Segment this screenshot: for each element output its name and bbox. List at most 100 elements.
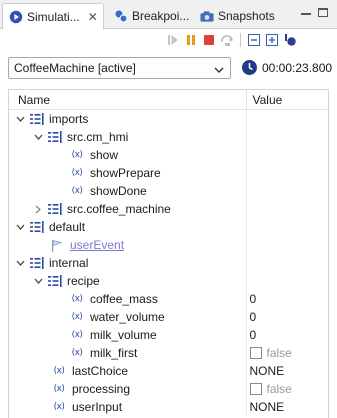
tree-row[interactable]: (x) milk_volume 0 — [9, 326, 328, 344]
raise-event-link[interactable]: userEvent — [70, 238, 124, 252]
tree-row[interactable]: (x) showDone — [9, 182, 328, 200]
variable-value: 0 — [249, 292, 257, 306]
tree-row[interactable]: userEvent — [9, 236, 328, 254]
toolbar-separator — [240, 33, 241, 47]
variable-icon: (x) — [71, 186, 83, 196]
expand-toggle-icon[interactable] — [15, 110, 25, 128]
value-cell — [247, 236, 329, 254]
expand-toggle-icon[interactable] — [15, 218, 25, 236]
name-cell: (x) lastChoice — [9, 362, 247, 380]
column-header-value[interactable]: Value — [247, 90, 329, 109]
tree-header: Name Value — [9, 90, 328, 110]
value-cell[interactable]: 0 — [247, 308, 329, 326]
tree-row[interactable]: (x) milk_first false — [9, 344, 328, 362]
value-cell[interactable]: 0 — [247, 326, 329, 344]
node-label: lastChoice — [72, 364, 129, 378]
name-cell: recipe — [9, 272, 247, 290]
camera-icon — [200, 9, 214, 23]
tree-row[interactable]: (x) userInput NONE — [9, 398, 328, 416]
tree-row[interactable]: (x) show — [9, 146, 328, 164]
step-over-icon[interactable] — [218, 31, 236, 49]
tab-breakpoints[interactable]: Breakpoi... — [108, 3, 194, 29]
tree-row[interactable]: (x) showPrepare — [9, 164, 328, 182]
tree-row[interactable]: imports — [9, 110, 328, 128]
pin-icon[interactable] — [281, 31, 299, 49]
name-cell: imports — [9, 110, 247, 128]
tree-row[interactable]: recipe — [9, 272, 328, 290]
name-cell: (x) showDone — [9, 182, 247, 200]
boolean-checkbox[interactable] — [249, 347, 262, 359]
variable-value: 0 — [249, 310, 257, 324]
terminate-icon[interactable] — [200, 31, 218, 49]
node-label: milk_volume — [90, 328, 157, 342]
name-cell: (x) milk_volume — [9, 326, 247, 344]
value-cell — [247, 146, 329, 164]
name-cell: (x) showPrepare — [9, 164, 247, 182]
tree-row[interactable]: default — [9, 218, 328, 236]
execution-state-tree: Name Value imports src.cm_hmi (x) show (x) sh… — [8, 89, 329, 418]
value-cell[interactable]: NONE — [247, 362, 329, 380]
minimize-icon[interactable] — [301, 13, 311, 15]
value-cell — [247, 218, 329, 236]
tree-row[interactable]: src.coffee_machine — [9, 200, 328, 218]
tab-snapshots[interactable]: Snapshots — [194, 3, 280, 29]
boolean-value: false — [266, 382, 292, 396]
scope-icon — [48, 274, 62, 288]
boolean-checkbox[interactable] — [249, 383, 262, 395]
name-cell: (x) coffee_mass — [9, 290, 247, 308]
tree-row[interactable]: (x) processing false — [9, 380, 328, 398]
scope-icon — [30, 256, 44, 270]
tree-row[interactable]: src.cm_hmi — [9, 128, 328, 146]
pause-icon[interactable] — [182, 31, 200, 49]
tree-row[interactable]: internal — [9, 254, 328, 272]
tree-row[interactable]: (x) water_volume 0 — [9, 308, 328, 326]
value-cell — [247, 272, 329, 290]
maximize-icon[interactable] — [318, 8, 328, 17]
name-cell: userEvent — [9, 236, 247, 254]
variable-icon: (x) — [71, 168, 83, 178]
scope-icon — [30, 112, 44, 126]
value-cell — [247, 182, 329, 200]
variable-icon: (x) — [53, 366, 65, 376]
scope-icon — [48, 202, 62, 216]
name-cell: src.coffee_machine — [9, 200, 247, 218]
node-label: src.cm_hmi — [67, 130, 129, 144]
expand-toggle-icon[interactable] — [33, 272, 43, 290]
node-label: default — [49, 220, 86, 234]
value-cell[interactable]: NONE — [247, 398, 329, 416]
tree-body: imports src.cm_hmi (x) show (x) showPrepare (x… — [9, 110, 328, 416]
expand-toggle-icon[interactable] — [15, 254, 25, 272]
collapse-toggle-icon[interactable] — [33, 200, 43, 218]
value-cell — [247, 128, 329, 146]
collapse-all-icon[interactable] — [245, 31, 263, 49]
play-circle-icon — [9, 10, 23, 24]
value-cell[interactable]: 0 — [247, 290, 329, 308]
tab-label: Simulati... — [27, 9, 80, 24]
tab-simulation[interactable]: Simulati... ✕ — [2, 3, 104, 30]
resume-icon[interactable] — [164, 31, 182, 49]
value-cell[interactable]: false — [247, 344, 329, 362]
value-cell — [247, 200, 329, 218]
variable-value: NONE — [249, 364, 285, 378]
variable-icon: (x) — [53, 402, 65, 412]
expand-all-icon[interactable] — [263, 31, 281, 49]
name-cell: internal — [9, 254, 247, 272]
expand-toggle-icon[interactable] — [33, 128, 43, 146]
variable-value: 0 — [249, 328, 257, 342]
node-label: showPrepare — [90, 166, 161, 180]
scope-icon — [30, 220, 44, 234]
variable-value: NONE — [249, 400, 285, 414]
column-header-name[interactable]: Name — [9, 90, 247, 109]
simulation-session-select[interactable]: CoffeeMachine [active] — [8, 57, 231, 79]
name-cell: default — [9, 218, 247, 236]
tree-row[interactable]: (x) coffee_mass 0 — [9, 290, 328, 308]
value-cell[interactable]: false — [247, 380, 329, 398]
node-label: show — [90, 148, 119, 162]
tab-label: Snapshots — [218, 9, 275, 23]
node-label: src.coffee_machine — [67, 202, 171, 216]
variable-icon: (x) — [71, 348, 83, 358]
elapsed-time: 00:00:23.800 — [262, 61, 333, 75]
close-icon[interactable]: ✕ — [88, 10, 98, 24]
node-label: coffee_mass — [90, 292, 158, 306]
tree-row[interactable]: (x) lastChoice NONE — [9, 362, 328, 380]
